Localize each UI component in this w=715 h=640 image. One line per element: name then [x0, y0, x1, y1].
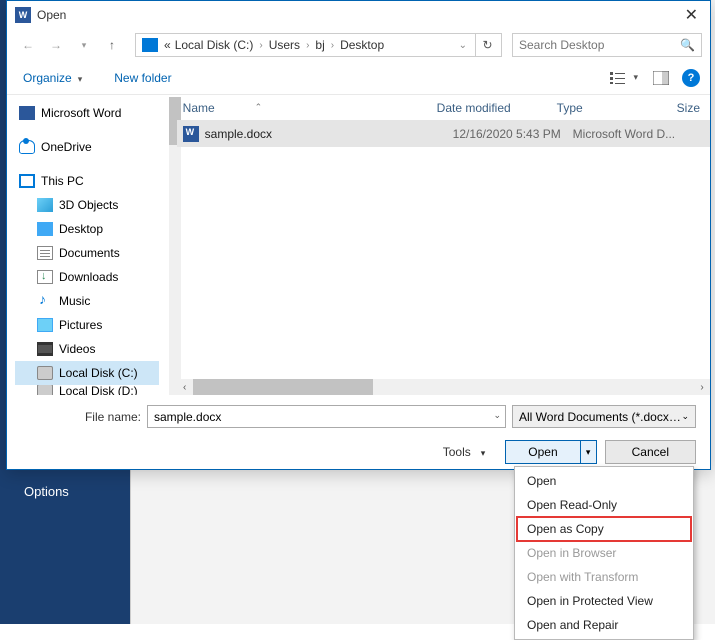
dialog-title: Open [37, 8, 681, 22]
open-button[interactable]: Open ▾ [505, 440, 596, 464]
dialog-footer: File name: ⌄ All Word Documents (*.docx;… [7, 395, 710, 476]
tree-documents[interactable]: Documents [15, 241, 159, 265]
file-type: Microsoft Word D... [573, 127, 693, 141]
col-date[interactable]: Date modified [437, 101, 557, 115]
file-list: Name ⌃ Date modified Type Size sample.doc… [177, 95, 710, 395]
help-button[interactable]: ? [682, 69, 700, 87]
breadcrumb[interactable]: « Local Disk (C:) › Users › bj › Desktop… [135, 33, 502, 57]
file-row[interactable]: sample.docx 12/16/2020 5:43 PM Microsoft… [177, 121, 710, 147]
tree-3dobjects[interactable]: 3D Objects [15, 193, 159, 217]
chevron-right-icon: › [306, 40, 309, 51]
open-dropdown[interactable]: ▾ [580, 441, 596, 463]
sort-indicator-icon: ⌃ [255, 102, 263, 113]
options-nav-item[interactable]: Options [24, 484, 69, 499]
cloud-icon [19, 140, 35, 154]
tree-diskd[interactable]: Local Disk (D:) [15, 385, 159, 395]
tree-onedrive[interactable]: OneDrive [15, 135, 159, 159]
menu-open-repair[interactable]: Open and Repair [517, 613, 691, 637]
tree-videos[interactable]: Videos [15, 337, 159, 361]
cancel-button[interactable]: Cancel [605, 440, 696, 464]
word-icon: W [15, 7, 31, 23]
pictures-icon [37, 318, 53, 332]
search-box[interactable]: 🔍 [512, 33, 702, 57]
col-size[interactable]: Size [677, 101, 710, 115]
file-date: 12/16/2020 5:43 PM [453, 127, 573, 141]
tree-thispc[interactable]: This PC [15, 169, 159, 193]
tools-dropdown[interactable]: Tools [443, 445, 486, 459]
view-options-button[interactable] [605, 67, 631, 89]
disk-icon [37, 366, 53, 380]
search-input[interactable] [519, 38, 680, 52]
col-type[interactable]: Type [557, 101, 677, 115]
folder-icon [142, 38, 158, 52]
breadcrumb-item[interactable]: bj [313, 38, 326, 52]
tree-diskc[interactable]: Local Disk (C:) [15, 361, 159, 385]
menu-open-readonly[interactable]: Open Read-Only [517, 493, 691, 517]
filename-label: File name: [21, 410, 141, 424]
breadcrumb-item[interactable]: Users [267, 38, 302, 52]
nav-bar: ← → ▾ ↑ « Local Disk (C:) › Users › bj ›… [7, 29, 710, 61]
recent-dropdown[interactable]: ▾ [71, 33, 97, 57]
chevron-down-icon[interactable]: ⌄ [493, 410, 501, 421]
menu-open-protected[interactable]: Open in Protected View [517, 589, 691, 613]
file-type-filter[interactable]: All Word Documents (*.docx;*.d⌄ [512, 405, 696, 428]
breadcrumb-dropdown[interactable]: ⌄ [459, 40, 467, 51]
disk-icon [37, 385, 53, 395]
desktop-icon [37, 222, 53, 236]
horizontal-scrollbar[interactable]: ‹ › [177, 379, 710, 395]
open-dropdown-menu: Open Open Read-Only Open as Copy Open in… [514, 466, 694, 640]
toolbar: Organize New folder ▾ ? [7, 61, 710, 95]
cube-icon [37, 198, 53, 212]
menu-open-as-copy[interactable]: Open as Copy [517, 517, 691, 541]
word-doc-icon [183, 126, 199, 142]
nav-tree: Microsoft Word OneDrive This PC 3D Objec… [7, 95, 161, 395]
search-icon[interactable]: 🔍 [680, 38, 695, 52]
organize-button[interactable]: Organize [17, 67, 88, 89]
view-dropdown[interactable]: ▾ [633, 72, 638, 83]
word-icon [19, 106, 35, 120]
dialog-body: Microsoft Word OneDrive This PC 3D Objec… [7, 95, 710, 395]
music-icon [37, 294, 53, 308]
pc-icon [19, 174, 35, 188]
col-name[interactable]: Name [183, 101, 215, 115]
forward-button[interactable]: → [43, 33, 69, 57]
documents-icon [37, 246, 53, 260]
column-headers: Name ⌃ Date modified Type Size [177, 95, 710, 121]
new-folder-button[interactable]: New folder [108, 67, 177, 89]
open-dialog: W Open ✕ ← → ▾ ↑ « Local Disk (C:) › Use… [6, 0, 711, 470]
chevron-right-icon: › [259, 40, 262, 51]
breadcrumb-item[interactable]: Local Disk (C:) [173, 38, 256, 52]
videos-icon [37, 342, 53, 356]
tree-word[interactable]: Microsoft Word [15, 101, 159, 125]
up-button[interactable]: ↑ [99, 33, 125, 57]
breadcrumb-item[interactable]: Desktop [338, 38, 386, 52]
scroll-right-icon[interactable]: › [694, 382, 710, 393]
tree-desktop[interactable]: Desktop [15, 217, 159, 241]
title-bar: W Open ✕ [7, 1, 710, 29]
scroll-left-icon[interactable]: ‹ [177, 382, 193, 393]
menu-open-browser: Open in Browser [517, 541, 691, 565]
filename-field[interactable]: ⌄ [147, 405, 506, 428]
scrollbar-thumb[interactable] [193, 379, 373, 395]
back-button[interactable]: ← [15, 33, 41, 57]
file-name: sample.docx [205, 127, 453, 141]
tree-downloads[interactable]: Downloads [15, 265, 159, 289]
downloads-icon [37, 270, 53, 284]
preview-pane-button[interactable] [648, 67, 674, 89]
chevron-right-icon: › [331, 40, 334, 51]
menu-open-transform: Open with Transform [517, 565, 691, 589]
tree-pictures[interactable]: Pictures [15, 313, 159, 337]
refresh-button[interactable]: ↻ [475, 34, 499, 56]
tree-music[interactable]: Music [15, 289, 159, 313]
filename-input[interactable] [154, 406, 499, 427]
menu-open[interactable]: Open [517, 469, 691, 493]
breadcrumb-prefix: « [162, 38, 173, 52]
close-button[interactable]: ✕ [681, 5, 702, 25]
